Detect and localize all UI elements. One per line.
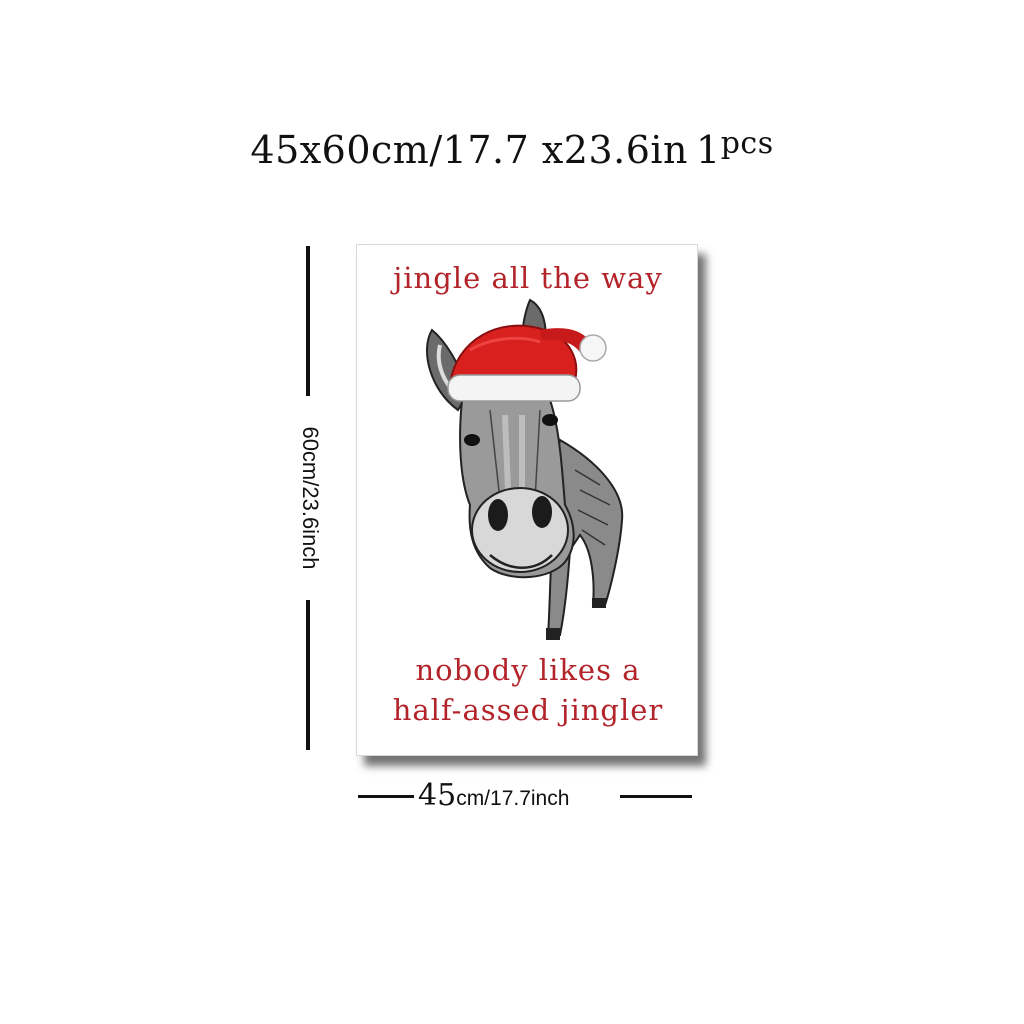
product-image: 45x60cm/17.7 x23.6in 1pcs 60cm/23.6inch j… (0, 0, 1024, 1024)
poster-bottom-line-1: nobody likes a (415, 653, 641, 687)
size-headline: 45x60cm/17.7 x23.6in 1pcs (0, 126, 1024, 172)
height-line-top (306, 246, 310, 396)
quantity-unit: pcs (720, 126, 774, 161)
height-line-bottom (306, 600, 310, 750)
width-label: 45cm/17.7inch (418, 778, 618, 813)
width-label-unit: cm/17.7inch (456, 787, 570, 810)
poster-bottom-text: nobody likes a half-assed jingler (358, 650, 698, 730)
poster-bottom-line-2: half-assed jingler (392, 693, 664, 727)
donkey-icon (426, 298, 624, 640)
width-line-left (358, 795, 414, 798)
santa-hat-icon (447, 324, 607, 402)
width-label-number: 45 (418, 778, 457, 813)
size-dimensions: 45x60cm/17.7 x23.6in (250, 128, 689, 172)
width-line-right (620, 795, 692, 798)
quantity-number: 1 (696, 128, 721, 172)
height-label-text: 60cm/23.6inch (298, 426, 323, 570)
